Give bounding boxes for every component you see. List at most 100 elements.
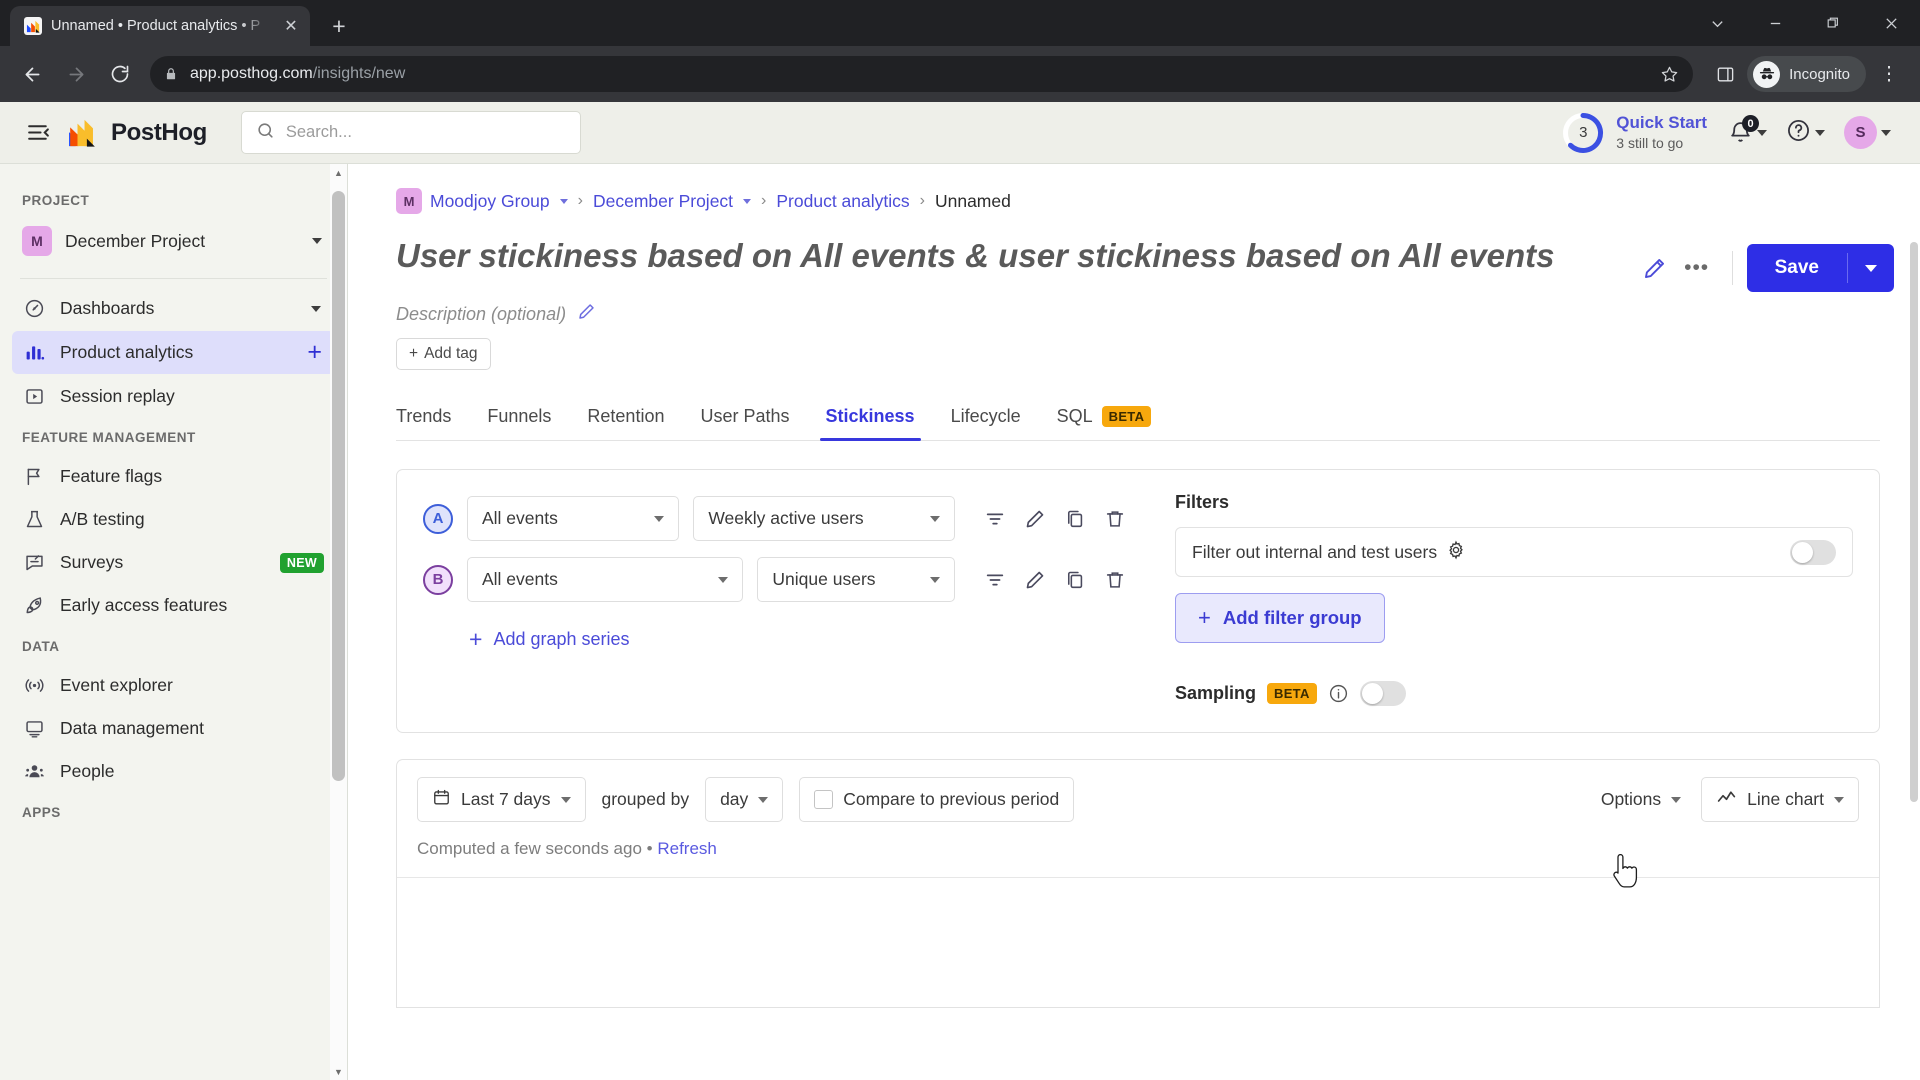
notifications-button[interactable]: 0 bbox=[1721, 114, 1774, 151]
chevron-down-icon[interactable] bbox=[1688, 0, 1746, 46]
sidebar-toggle-icon[interactable] bbox=[18, 113, 58, 153]
duplicate-icon[interactable] bbox=[1063, 507, 1087, 531]
internal-users-toggle[interactable] bbox=[1790, 539, 1836, 565]
description-row[interactable]: Description (optional) bbox=[348, 292, 1920, 326]
delete-icon[interactable] bbox=[1103, 507, 1127, 531]
sidebar-scrollbar[interactable]: ▲ ▼ bbox=[330, 164, 347, 1080]
sidebar-item-dashboards[interactable]: Dashboards bbox=[12, 288, 335, 329]
refresh-link[interactable]: Refresh bbox=[657, 839, 717, 858]
breadcrumb-org[interactable]: Moodjoy Group bbox=[430, 191, 550, 212]
posthog-logo[interactable]: PostHog bbox=[68, 118, 207, 148]
chevron-down-icon bbox=[654, 515, 665, 522]
filter-icon[interactable] bbox=[983, 507, 1007, 531]
gear-icon[interactable] bbox=[1446, 540, 1466, 565]
tab-funnels[interactable]: Funnels bbox=[469, 396, 569, 440]
edit-title-icon[interactable] bbox=[1634, 247, 1676, 289]
series-metric-select-b[interactable]: Unique users bbox=[757, 557, 955, 602]
sidebar-item-surveys[interactable]: Surveys NEW bbox=[12, 542, 335, 583]
chevron-down-icon[interactable] bbox=[743, 198, 752, 204]
add-filter-group-button[interactable]: + Add filter group bbox=[1175, 593, 1385, 643]
info-icon[interactable] bbox=[1328, 683, 1349, 704]
more-options-icon[interactable]: ••• bbox=[1676, 247, 1718, 289]
chevron-down-icon[interactable] bbox=[559, 198, 568, 204]
quick-start-button[interactable]: 3 Quick Start 3 still to go bbox=[1552, 111, 1716, 155]
tag-row: + Add tag bbox=[348, 326, 1920, 370]
add-graph-series-button[interactable]: + Add graph series bbox=[469, 628, 630, 651]
add-tag-button[interactable]: + Add tag bbox=[396, 338, 491, 370]
live-event-icon bbox=[23, 674, 46, 697]
browser-menu-icon[interactable]: ⋮ bbox=[1870, 55, 1908, 93]
interval-selector[interactable]: day bbox=[705, 777, 784, 822]
chart-type-selector[interactable]: Line chart bbox=[1701, 777, 1859, 822]
tab-retention[interactable]: Retention bbox=[569, 396, 682, 440]
delete-icon[interactable] bbox=[1103, 568, 1127, 592]
window-close-icon[interactable] bbox=[1862, 0, 1920, 46]
series-metric-select-a[interactable]: Weekly active users bbox=[693, 496, 955, 541]
sidebar-item-early-access-features[interactable]: Early access features bbox=[12, 585, 335, 626]
add-tag-label: Add tag bbox=[424, 345, 478, 362]
date-range-selector[interactable]: Last 7 days bbox=[417, 777, 586, 822]
main-scrollbar[interactable] bbox=[1910, 242, 1918, 1070]
chevron-down-icon[interactable] bbox=[311, 305, 321, 312]
scrollbar-thumb[interactable] bbox=[1910, 242, 1918, 802]
tab-user-paths[interactable]: User Paths bbox=[682, 396, 807, 440]
sidebar-item-product-analytics[interactable]: Product analytics + bbox=[12, 331, 335, 374]
filters-panel: Filters Filter out internal and test use… bbox=[1149, 470, 1879, 732]
close-icon[interactable]: ✕ bbox=[280, 15, 302, 37]
address-bar[interactable]: app.posthog.com/insights/new bbox=[150, 56, 1694, 92]
series-event-select-a[interactable]: All events bbox=[467, 496, 680, 541]
scrollbar-track[interactable] bbox=[330, 181, 347, 1063]
search-input[interactable]: Search... bbox=[240, 111, 581, 154]
scroll-down-icon[interactable]: ▼ bbox=[330, 1063, 347, 1080]
edit-icon[interactable] bbox=[1023, 568, 1047, 592]
quick-start-title: Quick Start bbox=[1616, 113, 1707, 133]
maximize-icon[interactable] bbox=[1804, 0, 1862, 46]
tab-stickiness[interactable]: Stickiness bbox=[808, 396, 933, 441]
sidebar-item-session-replay[interactable]: Session replay bbox=[12, 376, 335, 417]
bookmark-star-icon[interactable] bbox=[1660, 65, 1679, 84]
profile-incognito-button[interactable]: Incognito bbox=[1747, 56, 1866, 92]
breadcrumb-section[interactable]: Product analytics bbox=[776, 191, 909, 212]
tab-trends[interactable]: Trends bbox=[396, 396, 469, 440]
duplicate-icon[interactable] bbox=[1063, 568, 1087, 592]
rocket-icon bbox=[23, 594, 46, 617]
series-event-select-b[interactable]: All events bbox=[467, 557, 744, 602]
sidebar-item-feature-flags[interactable]: Feature flags bbox=[12, 456, 335, 497]
tab-lifecycle[interactable]: Lifecycle bbox=[933, 396, 1039, 440]
save-button[interactable]: Save bbox=[1747, 244, 1847, 292]
url-text: app.posthog.com/insights/new bbox=[190, 65, 405, 83]
breadcrumb-project[interactable]: December Project bbox=[593, 191, 733, 212]
series-badge: B bbox=[423, 564, 453, 595]
sidebar-item-people[interactable]: People bbox=[12, 751, 335, 792]
add-filter-group-label: Add filter group bbox=[1222, 607, 1362, 628]
scroll-up-icon[interactable]: ▲ bbox=[330, 164, 347, 181]
options-dropdown[interactable]: Options bbox=[1597, 789, 1685, 810]
tab-sql[interactable]: SQL BETA bbox=[1039, 396, 1170, 440]
new-tab-button[interactable]: + bbox=[322, 9, 356, 43]
sidebar-item-event-explorer[interactable]: Event explorer bbox=[12, 665, 335, 706]
help-button[interactable] bbox=[1779, 112, 1832, 154]
sidebar-project-selector[interactable]: M December Project bbox=[0, 217, 347, 265]
sidebar-item-data-management[interactable]: Data management bbox=[12, 708, 335, 749]
edit-icon[interactable] bbox=[1023, 507, 1047, 531]
compare-previous-period-checkbox[interactable]: Compare to previous period bbox=[799, 777, 1075, 822]
new-insight-plus-icon[interactable]: + bbox=[307, 340, 324, 365]
breadcrumb-separator: › bbox=[919, 192, 925, 209]
insight-actions: ••• Save bbox=[1634, 236, 1894, 292]
save-dropdown-button[interactable] bbox=[1848, 244, 1894, 292]
back-button[interactable] bbox=[12, 54, 52, 94]
posthog-app: PostHog Search... 3 Quick Start 3 still … bbox=[0, 102, 1920, 1080]
tab-label: Retention bbox=[587, 406, 665, 426]
browser-tab[interactable]: Unnamed • Product analytics • P ✕ bbox=[10, 6, 310, 46]
reload-button[interactable] bbox=[100, 54, 140, 94]
sidebar-item-ab-testing[interactable]: A/B testing bbox=[12, 499, 335, 540]
sidebar-item-label: Early access features bbox=[60, 595, 228, 615]
edit-description-icon[interactable] bbox=[577, 302, 596, 326]
chevron-down-icon bbox=[1865, 264, 1877, 272]
user-menu-button[interactable]: S bbox=[1837, 110, 1898, 155]
sampling-toggle[interactable] bbox=[1359, 681, 1406, 706]
side-panel-icon[interactable] bbox=[1707, 56, 1743, 92]
scrollbar-thumb[interactable] bbox=[332, 191, 345, 781]
filter-icon[interactable] bbox=[983, 568, 1007, 592]
minimize-icon[interactable] bbox=[1746, 0, 1804, 46]
